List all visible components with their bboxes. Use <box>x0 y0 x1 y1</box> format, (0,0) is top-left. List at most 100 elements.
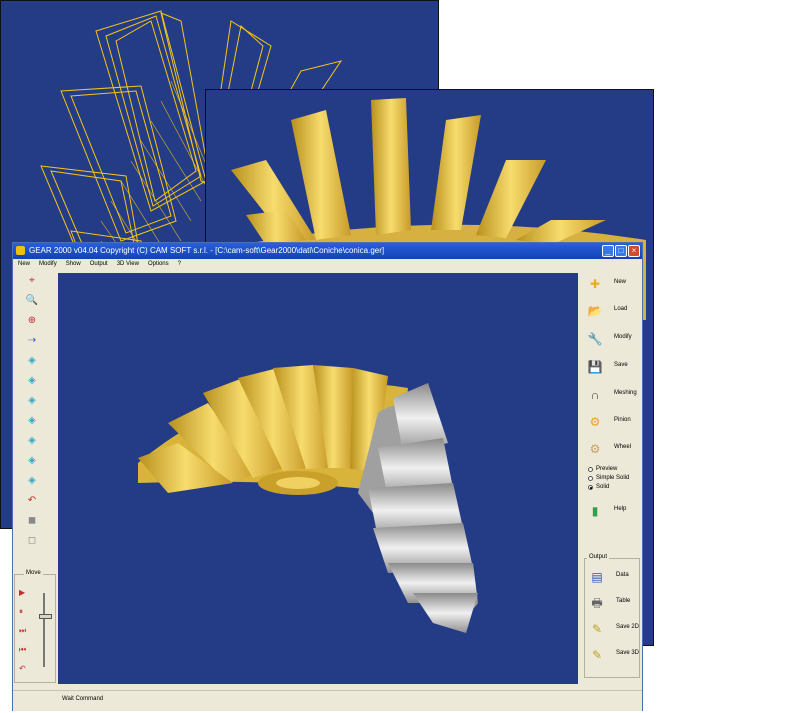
play-button[interactable]: ▶ <box>19 587 37 599</box>
view-rotate-button[interactable]: ◈ <box>24 473 40 489</box>
close-button[interactable]: × <box>628 245 640 257</box>
radio-solid-dot <box>588 485 593 490</box>
menu-bar: New Modify Show Output 3D View Options ? <box>13 259 642 269</box>
modify-button[interactable]: 🔧 Modify <box>580 327 642 351</box>
save-label: Save <box>614 362 628 368</box>
app-icon <box>16 246 25 255</box>
load-label: Load <box>614 306 628 312</box>
data-button[interactable]: ▤ Data <box>582 565 644 589</box>
view-iso-button[interactable]: ◈ <box>24 353 40 369</box>
modify-label: Modify <box>614 334 632 340</box>
printer-icon: 🖶 <box>591 596 603 610</box>
load-button[interactable]: 📂 Load <box>580 299 642 323</box>
menu-new[interactable]: New <box>18 259 30 269</box>
radio-simple-solid-label: Simple Solid <box>596 475 630 481</box>
table-button[interactable]: 🖶 Table <box>582 591 644 615</box>
view-front-button[interactable]: ◈ <box>24 393 40 409</box>
pan-button[interactable]: ⇢ <box>24 333 40 349</box>
zoom-in-icon: 🔍 <box>25 295 39 306</box>
status-bar: Wait Command <box>13 690 642 711</box>
step-forward-icon: ⏭ <box>19 626 27 635</box>
radio-preview-dot <box>588 467 593 472</box>
zoom-window-button[interactable]: ⊕ <box>24 313 40 329</box>
save-3d-icon: ✎ <box>591 648 603 662</box>
view-rotate-icon: ◈ <box>28 475 36 486</box>
solid-box-button[interactable]: ◼ <box>24 513 40 529</box>
wheel-button[interactable]: ⚙ Wheel <box>580 437 642 461</box>
load-folder-icon: 📂 <box>587 304 603 318</box>
speed-slider-track <box>43 593 45 667</box>
pan-icon: ⇢ <box>27 335 37 346</box>
radio-simple-solid-dot <box>588 476 593 481</box>
meshing-button[interactable]: ∩ Meshing <box>580 383 642 407</box>
save-2d-icon: ✎ <box>591 622 603 636</box>
save-2d-label: Save 2D <box>616 624 640 630</box>
save-button[interactable]: 💾 Save <box>580 355 642 379</box>
undo-view-button[interactable]: ↶ <box>24 493 40 509</box>
table-label: Table <box>616 598 631 604</box>
save-3d-button[interactable]: ✎ Save 3D <box>582 643 644 667</box>
view-top-button[interactable]: ◈ <box>24 373 40 389</box>
move-label: Move <box>24 570 43 576</box>
wire-box-button[interactable]: ◻ <box>24 533 40 549</box>
undo-view-icon: ↶ <box>27 495 37 506</box>
output-group: Output ▤ Data 🖶 Table ✎ Save 2D ✎ Save 3… <box>584 554 640 678</box>
view-top-icon: ◈ <box>28 375 36 386</box>
radio-solid-label: Solid <box>596 484 610 490</box>
radio-solid[interactable]: Solid <box>588 483 609 492</box>
radio-preview-label: Preview <box>596 466 618 472</box>
gear2000-window: GEAR 2000 v04.04 Copyright (C) CAM SOFT … <box>12 242 643 711</box>
return-button[interactable]: ↶ <box>19 663 37 675</box>
menu-output[interactable]: Output <box>90 259 108 269</box>
pinion-gear-icon: ⚙ <box>589 415 601 429</box>
help-button[interactable]: ▮ Help <box>580 499 642 523</box>
view-front-icon: ◈ <box>28 395 36 406</box>
new-folder-icon: ✚ <box>589 277 601 291</box>
step-forward-button[interactable]: ⏭ <box>19 625 37 637</box>
pause-button[interactable]: ⏸ <box>19 606 37 618</box>
menu-modify[interactable]: Modify <box>39 259 57 269</box>
radio-preview[interactable]: Preview <box>588 465 617 474</box>
output-label: Output <box>587 554 610 560</box>
menu-options[interactable]: Options <box>148 259 169 269</box>
pinion-label: Pinion <box>614 417 631 423</box>
help-chart-icon: ▮ <box>591 504 599 518</box>
view-back-icon: ◈ <box>28 455 36 466</box>
view-right-button[interactable]: ◈ <box>24 433 40 449</box>
title-bar[interactable]: GEAR 2000 v04.04 Copyright (C) CAM SOFT … <box>13 243 642 259</box>
wheel-label: Wheel <box>614 444 632 450</box>
zoom-window-icon: ⊕ <box>27 315 37 326</box>
new-label: New <box>614 279 627 285</box>
minimize-button[interactable]: _ <box>602 245 614 257</box>
radio-simple-solid[interactable]: Simple Solid <box>588 474 629 483</box>
pinion-button[interactable]: ⚙ Pinion <box>580 410 642 434</box>
meshing-curve-icon: ∩ <box>590 388 600 402</box>
solid-box-icon: ◼ <box>27 515 37 526</box>
3d-viewport[interactable] <box>58 273 578 684</box>
floppy-disk-icon: 💾 <box>587 360 603 374</box>
center-button[interactable]: ⌖ <box>24 273 40 289</box>
play-icon: ▶ <box>19 588 26 597</box>
view-side-button[interactable]: ◈ <box>24 413 40 429</box>
new-button[interactable]: ✚ New <box>580 272 642 296</box>
wheel-gear-icon: ⚙ <box>589 442 601 456</box>
speed-slider-thumb[interactable] <box>39 614 52 619</box>
wire-box-icon: ◻ <box>27 535 37 546</box>
wrench-icon: 🔧 <box>587 332 603 346</box>
status-text: Wait Command <box>62 696 104 702</box>
menu-help[interactable]: ? <box>178 259 181 269</box>
data-label: Data <box>616 572 629 578</box>
right-toolbar: ✚ New 📂 Load 🔧 Modify 💾 Save ∩ Meshing ⚙… <box>580 271 642 681</box>
move-group: Move ▶ ⏸ ⏭ ⏮ ↶ <box>14 570 56 683</box>
view-back-button[interactable]: ◈ <box>24 453 40 469</box>
save-3d-label: Save 3D <box>616 650 640 656</box>
data-icon: ▤ <box>591 570 603 584</box>
help-label: Help <box>614 506 627 512</box>
save-2d-button[interactable]: ✎ Save 2D <box>582 617 644 641</box>
step-back-button[interactable]: ⏮ <box>19 644 37 656</box>
menu-3d-view[interactable]: 3D View <box>117 259 139 269</box>
left-toolbar: ⌖ 🔍 ⊕ ⇢ ◈ ◈ ◈ ◈ ◈ ◈ ◈ ↶ ◼ ◻ <box>16 271 56 577</box>
maximize-button[interactable]: □ <box>615 245 627 257</box>
menu-show[interactable]: Show <box>66 259 81 269</box>
zoom-in-button[interactable]: 🔍 <box>24 293 40 309</box>
